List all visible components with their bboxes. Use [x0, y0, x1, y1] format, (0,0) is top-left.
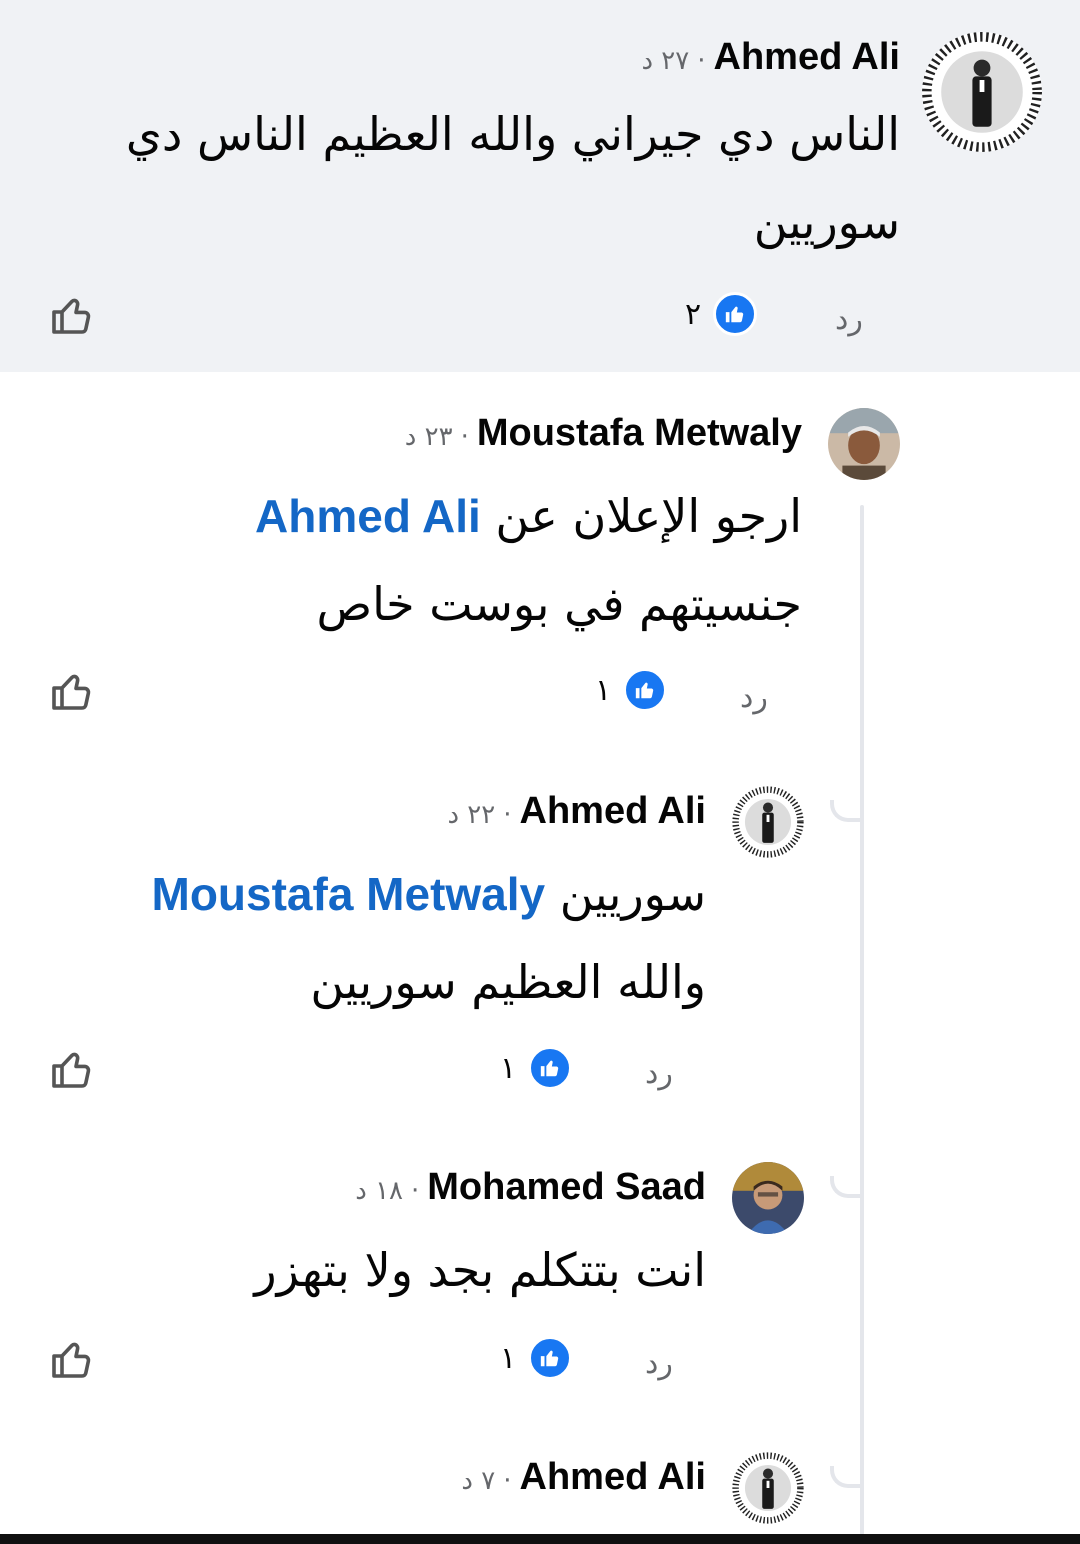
- reply-button[interactable]: رد: [645, 1056, 673, 1091]
- like-outline-icon[interactable]: [48, 1336, 96, 1384]
- mention-link[interactable]: Moustafa Metwaly: [152, 868, 546, 920]
- reply-thread-line: [860, 505, 864, 1535]
- reply-button[interactable]: رد: [645, 1346, 673, 1381]
- reaction-summary[interactable]: ١: [595, 668, 668, 712]
- comment-text: انت بتتكلم بجد ولا بتهزر: [254, 1243, 706, 1297]
- avatar[interactable]: [732, 1162, 804, 1234]
- comment-meta: Moustafa Metwaly · ٢٣ د: [405, 408, 802, 462]
- separator: ·: [697, 46, 706, 76]
- text-segment: سوريين: [559, 867, 706, 921]
- like-reaction-icon: [713, 292, 758, 336]
- like-outline-icon[interactable]: [48, 292, 96, 340]
- reply-connector: [830, 800, 862, 822]
- text-segment: جنسيتهم في بوست خاص: [316, 577, 802, 631]
- separator: ·: [460, 422, 469, 452]
- separator: ·: [411, 1176, 420, 1206]
- author-name[interactable]: Mohamed Saad: [427, 1162, 706, 1212]
- reaction-count: ١: [500, 1340, 517, 1376]
- like-reaction-icon: [623, 668, 668, 712]
- separator: ·: [503, 800, 512, 830]
- comment-text: ارجو الإعلان عن Ahmed Ali جنسيتهم في بوس…: [82, 472, 802, 648]
- reaction-summary[interactable]: ٢: [685, 292, 758, 336]
- reaction-count: ١: [595, 672, 612, 708]
- timestamp[interactable]: ٧ د: [461, 1456, 495, 1506]
- author-name[interactable]: Ahmed Ali: [520, 1452, 707, 1502]
- avatar[interactable]: [732, 1452, 804, 1524]
- text-segment: ارجو الإعلان عن: [495, 489, 802, 543]
- comment-meta: Mohamed Saad · ١٨ د: [355, 1162, 706, 1216]
- reaction-count: ٢: [685, 296, 702, 332]
- separator: ·: [503, 1466, 512, 1496]
- reaction-count: ١: [500, 1050, 517, 1086]
- reply-connector: [830, 1176, 862, 1198]
- comment-meta: Ahmed Ali · ٢٧ د: [641, 32, 900, 86]
- timestamp[interactable]: ١٨ د: [355, 1166, 403, 1216]
- reaction-summary[interactable]: ١: [500, 1336, 573, 1380]
- comment-meta: Ahmed Ali · ٢٢ د: [447, 786, 706, 840]
- text-segment: والله العظيم سوريين: [310, 955, 706, 1009]
- comment-meta: Ahmed Ali · ٧ د: [461, 1452, 706, 1506]
- like-reaction-icon: [528, 1336, 573, 1380]
- timestamp[interactable]: ٢٢ د: [447, 790, 495, 840]
- avatar[interactable]: [828, 408, 900, 480]
- timestamp[interactable]: ٢٧ د: [641, 36, 689, 86]
- author-name[interactable]: Ahmed Ali: [520, 786, 707, 836]
- reply-button[interactable]: رد: [835, 302, 863, 337]
- avatar[interactable]: [922, 32, 1042, 152]
- comment-text: سوريين Moustafa Metwaly والله العظيم سور…: [46, 850, 707, 1026]
- timestamp[interactable]: ٢٣ د: [405, 412, 453, 462]
- like-reaction-icon: [528, 1046, 573, 1090]
- author-name[interactable]: Moustafa Metwaly: [477, 408, 802, 458]
- reaction-summary[interactable]: ١: [500, 1046, 573, 1090]
- like-outline-icon[interactable]: [48, 1046, 96, 1094]
- bottom-edge-bar: [0, 1534, 1080, 1544]
- author-name[interactable]: Ahmed Ali: [714, 32, 901, 82]
- comment-text: الناس دي جيراني والله العظيم الناس دي سو…: [125, 107, 900, 249]
- avatar[interactable]: [732, 786, 804, 858]
- reply-connector: [830, 1466, 862, 1488]
- like-outline-icon[interactable]: [48, 668, 96, 716]
- reply-button[interactable]: رد: [740, 680, 768, 715]
- mention-link[interactable]: Ahmed Ali: [255, 490, 481, 542]
